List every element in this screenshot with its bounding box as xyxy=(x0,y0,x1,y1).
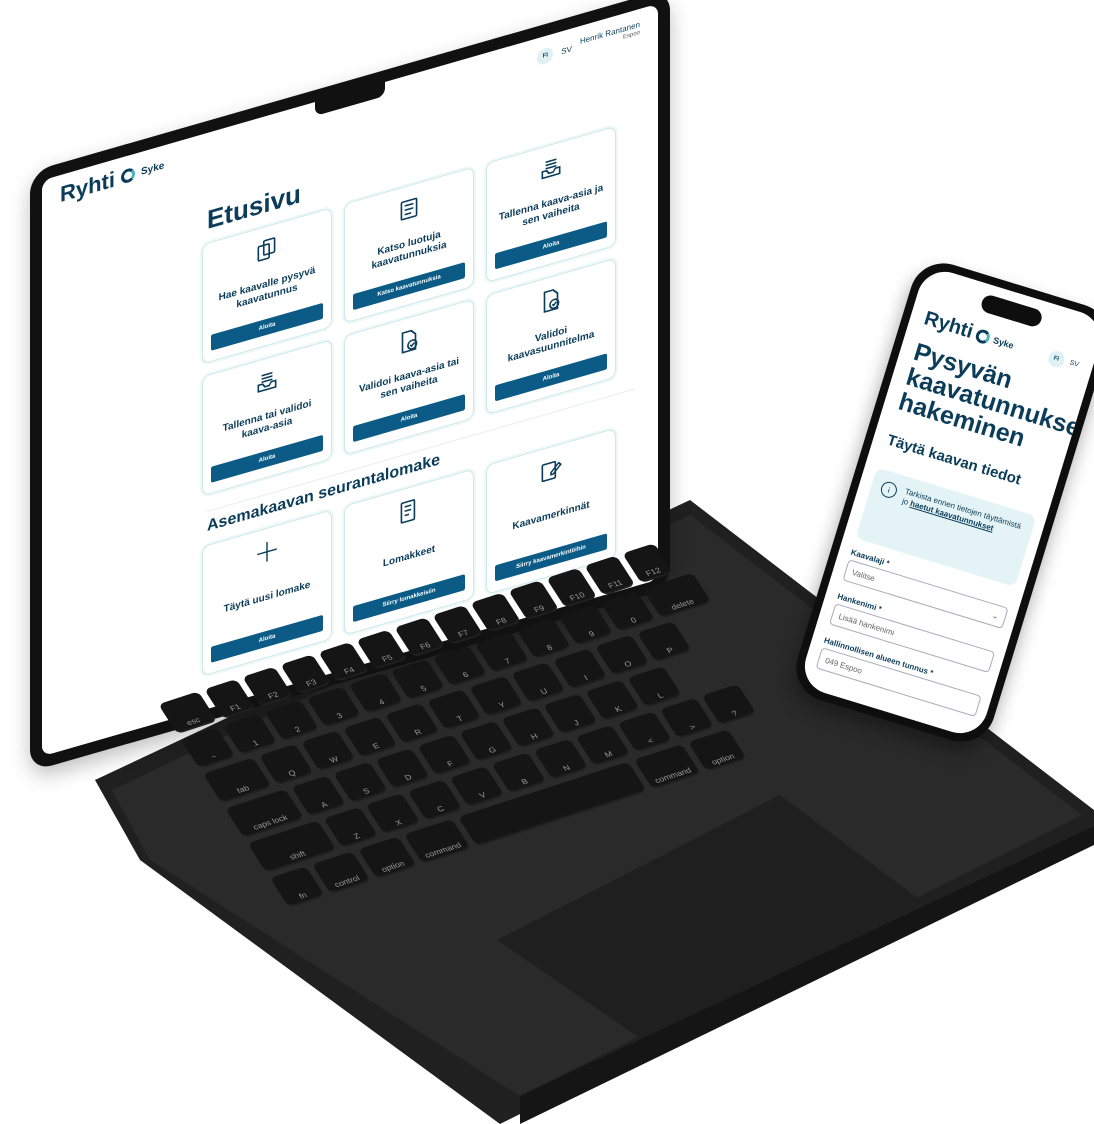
info-icon: i xyxy=(878,479,899,500)
logo-text: Ryhti xyxy=(921,307,976,343)
lang-sv-button[interactable]: SV xyxy=(561,44,572,56)
lang-fi-button[interactable]: FI xyxy=(537,45,554,67)
input-value: 049 Espoo xyxy=(824,655,864,676)
keyboard: esc F1 F2 F3 F4 F5 F6 F7 F8 F9 F10 F11 F… xyxy=(158,522,862,927)
key[interactable]: esc xyxy=(158,691,218,735)
key[interactable]: command xyxy=(403,818,472,865)
scene: Ryhti Syke FI SV Henrik Rantanen Espoo E… xyxy=(0,0,1094,1124)
lang-sv-button[interactable]: SV xyxy=(1069,359,1080,368)
card-save-validate: Tallenna tai validoi kaava-asia Aloita xyxy=(202,339,332,497)
inbox-icon xyxy=(257,371,277,393)
syke-logo-icon xyxy=(121,166,135,185)
key[interactable]: option xyxy=(357,836,418,880)
card-grid: Hae kaavalle pysyvä kaavatunnus Aloita K… xyxy=(202,124,622,497)
card-save-case: Tallenna kaava-asia ja sen vaiheita Aloi… xyxy=(486,125,616,284)
document-stack-icon xyxy=(257,237,276,262)
card-validate-plan: Validoi kaavasuunnitelma Aloita xyxy=(486,257,616,416)
select-placeholder: Valitse xyxy=(851,567,877,583)
logo-sub: Syke xyxy=(141,159,165,178)
user-menu[interactable]: Henrik Rantanen Espoo xyxy=(580,20,640,54)
chevron-down-icon: ⌄ xyxy=(990,610,1001,621)
logo-sub: Syke xyxy=(992,334,1016,351)
key[interactable]: command xyxy=(633,744,702,790)
edit-icon xyxy=(541,460,562,483)
list-document-icon xyxy=(400,197,418,221)
key[interactable]: control xyxy=(311,851,372,895)
lang-fi-button[interactable]: FI xyxy=(1046,348,1067,369)
phone-lang-switch: FI SV xyxy=(1046,348,1081,373)
logo-text: Ryhti xyxy=(60,166,115,208)
card-view-codes: Katso luotuja kaavatunnuksia Katso kaava… xyxy=(344,166,474,324)
card-validate-case: Validoi kaava-asia tai sen vaiheita Aloi… xyxy=(344,298,474,456)
syke-logo-icon xyxy=(974,327,992,345)
dynamic-island xyxy=(978,293,1044,329)
info-text: Tarkista ennen tietojen täyttämistä jo h… xyxy=(891,487,1024,575)
inbox-icon xyxy=(541,158,561,180)
check-document-icon xyxy=(401,329,418,354)
key[interactable]: option xyxy=(687,729,748,772)
check-document-icon xyxy=(543,289,560,314)
